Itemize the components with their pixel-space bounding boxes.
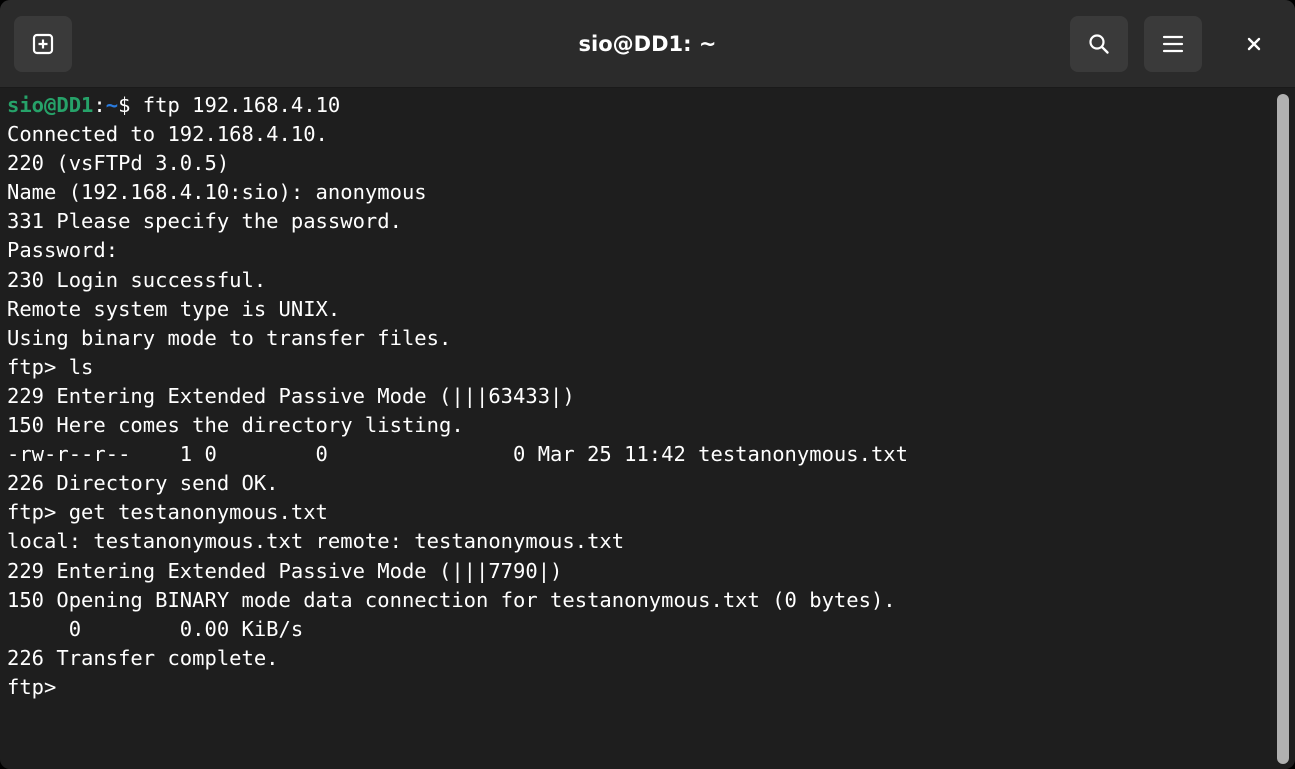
output-line: local: testanonymous.txt remote: testano… xyxy=(7,529,625,554)
prompt-command: ftp 192.168.4.10 xyxy=(142,93,341,117)
output-line: Name (192.168.4.10:sio): anonymous xyxy=(7,180,427,205)
prompt-path: ~ xyxy=(105,93,119,117)
output-line: ftp> get testanonymous.txt xyxy=(7,500,328,525)
close-button[interactable] xyxy=(1226,16,1282,72)
output-line: 331 Please specify the password. xyxy=(7,209,402,234)
output-line: 229 Entering Extended Passive Mode (|||7… xyxy=(7,558,563,583)
output-line: 229 Entering Extended Passive Mode (|||6… xyxy=(7,383,575,408)
title-bar: sio@DD1: ~ xyxy=(0,0,1295,88)
hamburger-menu-icon xyxy=(1162,35,1184,53)
prompt-symbol: $ xyxy=(118,93,143,117)
close-icon xyxy=(1247,37,1261,51)
output-line: Using binary mode to transfer files. xyxy=(7,325,452,350)
output-line: 220 (vsFTPd 3.0.5) xyxy=(7,151,230,176)
output-line: Connected to 192.168.4.10. xyxy=(7,122,328,147)
prompt-line: sio@DD1:~$ ftp 192.168.4.10 xyxy=(7,91,1266,120)
output-line: 230 Login successful. xyxy=(7,267,267,292)
output-line: ftp> ls xyxy=(7,354,94,379)
output-line: 226 Directory send OK. xyxy=(7,471,279,496)
terminal-output[interactable]: sio@DD1:~$ ftp 192.168.4.10 Connected to… xyxy=(0,88,1266,769)
output-line: -rw-r--r-- 1 0 0 0 Mar 25 11:42 testanon… xyxy=(7,442,908,467)
search-icon xyxy=(1089,34,1109,54)
menu-button[interactable] xyxy=(1144,16,1202,72)
prompt-user: sio@DD1 xyxy=(7,93,94,117)
output-line: Remote system type is UNIX. xyxy=(7,296,341,321)
output-line: 150 Here comes the directory listing. xyxy=(7,413,464,438)
output-line: 0 0.00 KiB/s xyxy=(7,616,304,641)
search-button[interactable] xyxy=(1070,16,1128,72)
ftp-prompt-line: ftp> xyxy=(7,674,69,699)
scrollbar-thumb[interactable] xyxy=(1277,94,1289,764)
output-line: 150 Opening BINARY mode data connection … xyxy=(7,587,896,612)
scrollbar[interactable] xyxy=(1266,88,1295,769)
prompt-separator: : xyxy=(93,93,106,117)
output-line: 226 Transfer complete. xyxy=(7,645,279,670)
terminal-window: sio@DD1: ~ sio@DD1:~$ ftp 192.168.4.10 C… xyxy=(0,0,1295,769)
output-line: Password: xyxy=(7,238,119,263)
